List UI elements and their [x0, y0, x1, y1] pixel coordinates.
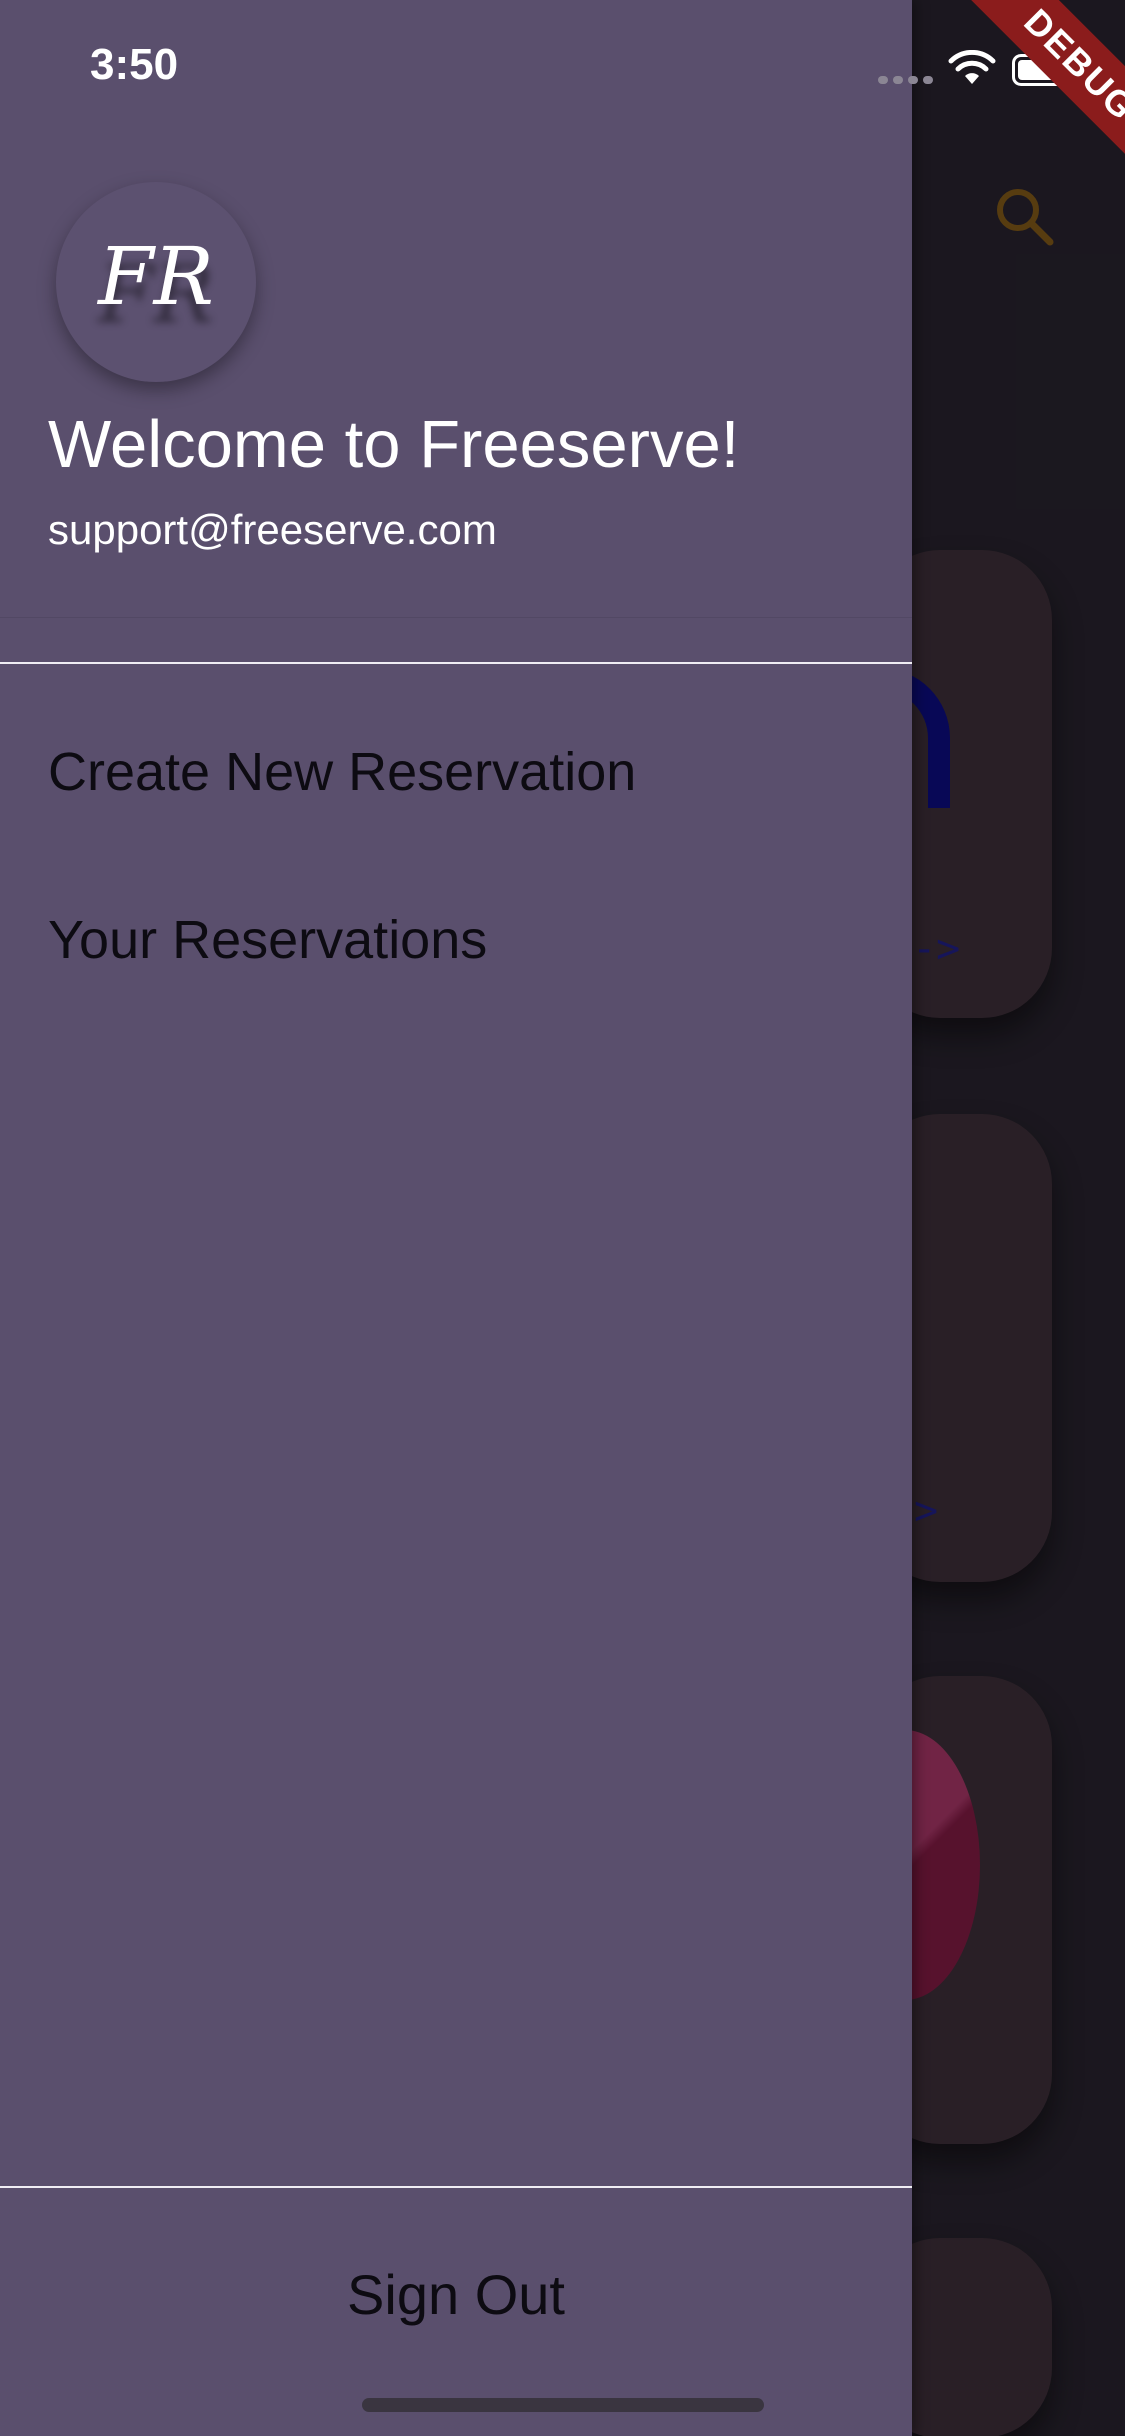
menu-item-create-new-reservation[interactable]: Create New Reservation — [48, 717, 868, 827]
menu-divider — [0, 662, 912, 664]
debug-label: DEBUG — [952, 0, 1125, 193]
drawer-header: FR Welcome to Freeserve! support@freeser… — [0, 0, 912, 618]
avatar: FR — [56, 182, 256, 382]
navigation-drawer: FR Welcome to Freeserve! support@freeser… — [0, 0, 912, 2436]
sign-out-button[interactable]: Sign Out — [0, 2240, 912, 2350]
avatar-initials: FR — [98, 230, 214, 323]
footer-divider — [0, 2186, 912, 2188]
status-time: 3:50 — [90, 40, 179, 89]
home-indicator[interactable] — [362, 2398, 764, 2412]
welcome-title: Welcome to Freeserve! — [48, 407, 740, 482]
debug-banner: DEBUG — [900, 0, 1125, 225]
account-email: support@freeserve.com — [48, 506, 497, 553]
menu-item-your-reservations[interactable]: Your Reservations — [48, 885, 868, 995]
